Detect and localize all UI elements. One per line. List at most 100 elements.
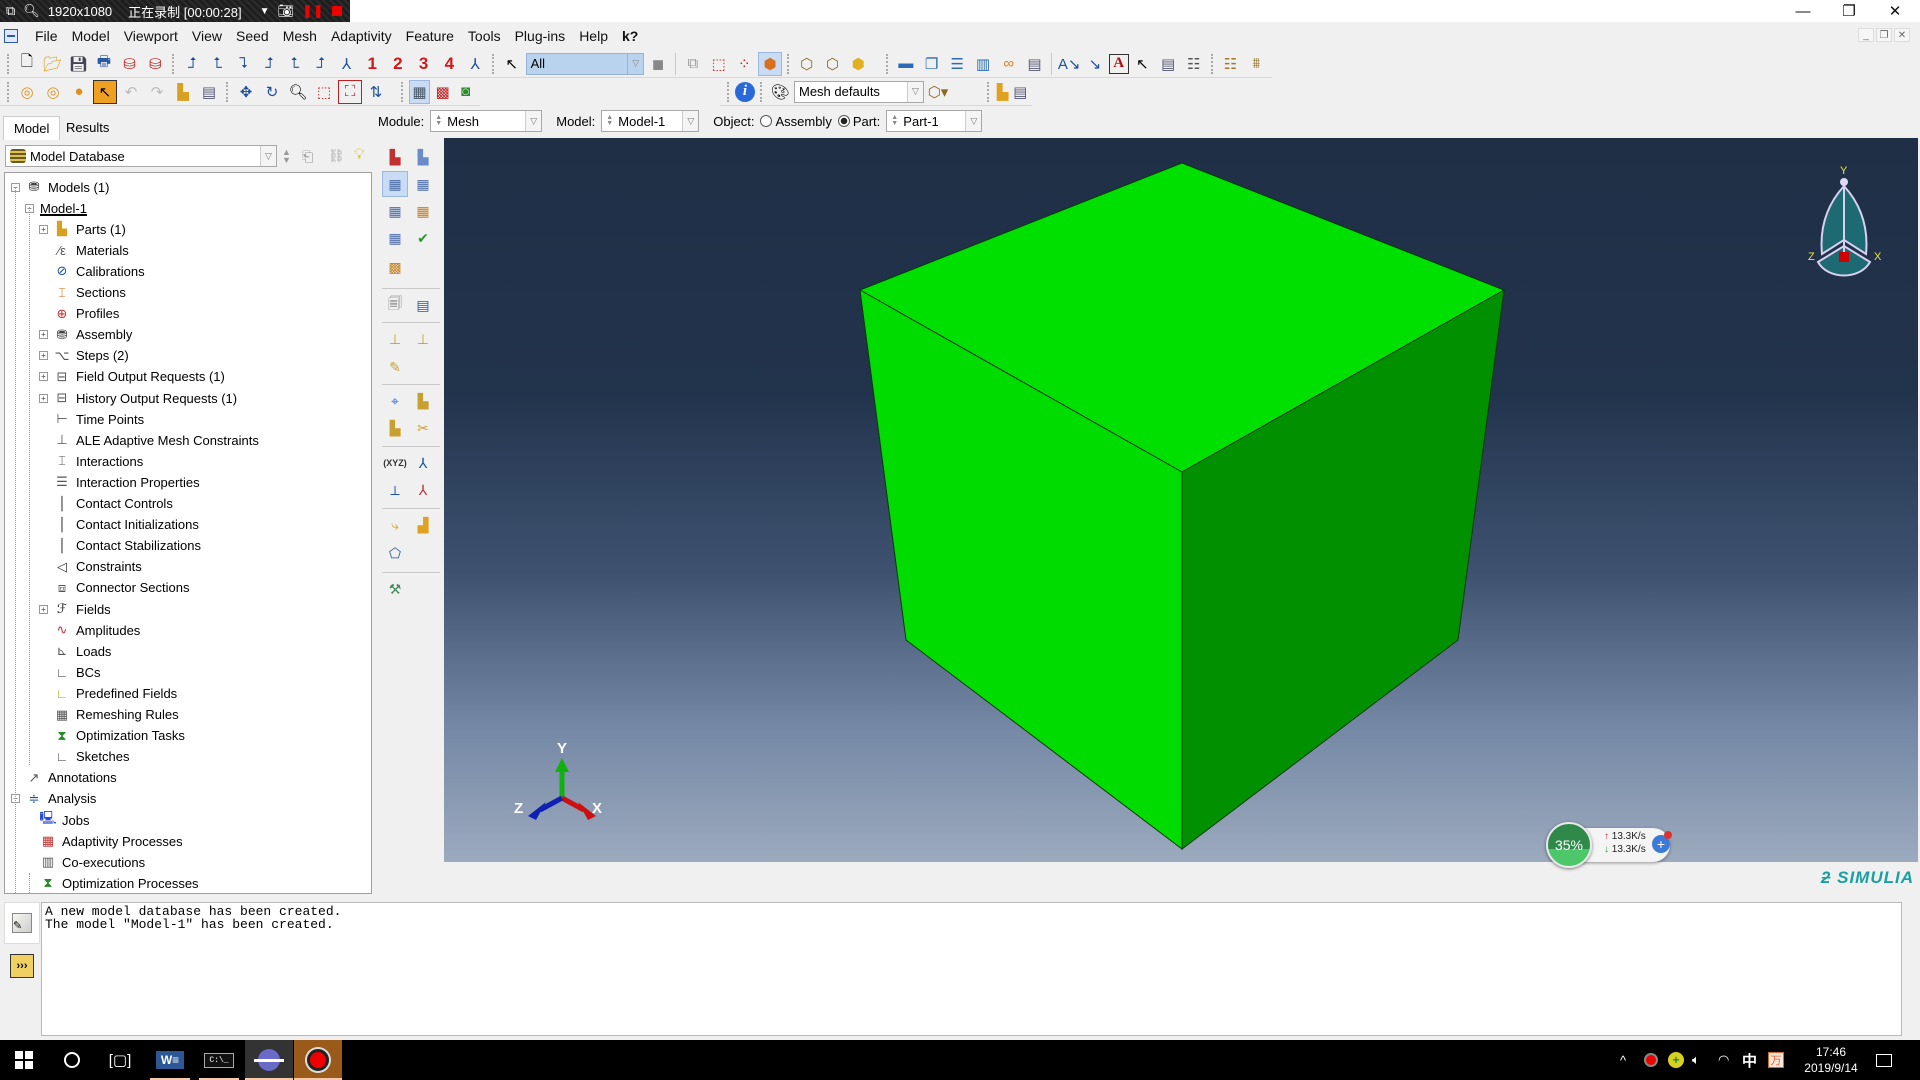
expand-icon[interactable]: +: [39, 604, 48, 614]
dropdown-icon[interactable]: ▼: [260, 6, 270, 17]
taskbar-command-prompt[interactable]: C:\_: [199, 1040, 239, 1080]
view-iso-icon[interactable]: ⅄: [335, 52, 359, 76]
tab-model[interactable]: Model: [3, 116, 61, 140]
tab-results[interactable]: Results: [56, 116, 119, 140]
partition-face-icon[interactable]: ⊥: [410, 326, 436, 352]
tree-node-interactions[interactable]: ⌶ Interactions: [39, 451, 143, 471]
taskbar-screen-recorder[interactable]: [294, 1040, 342, 1080]
toolbar-grip[interactable]: [491, 53, 495, 74]
datum-plane-icon[interactable]: ⟂: [382, 477, 408, 503]
mdi-close-button[interactable]: ✕: [1894, 28, 1910, 42]
undo-icon[interactable]: ↶: [119, 80, 143, 104]
menu-view[interactable]: View: [185, 28, 229, 44]
mesh-region-icon[interactable]: ▦: [410, 171, 436, 197]
hidden-line-icon[interactable]: ⬡: [821, 52, 845, 76]
tree-node-model-1[interactable]: − Model-1: [25, 198, 87, 218]
tree-node-constraints[interactable]: ◁ Constraints: [39, 557, 142, 577]
color-palette-icon[interactable]: 🎨︎: [768, 80, 792, 104]
volume-icon[interactable]: 🔈︎: [1692, 1040, 1700, 1080]
partition-cell-icon[interactable]: ▩: [382, 254, 408, 280]
close-button[interactable]: ✕: [1872, 0, 1918, 22]
view-top-icon[interactable]: ⮧: [232, 52, 256, 76]
menu-seed[interactable]: Seed: [229, 28, 276, 44]
tree-node-history-output-requests-1[interactable]: + ⊟ History Output Requests (1): [39, 388, 237, 408]
menu-viewport[interactable]: Viewport: [117, 28, 185, 44]
tree-node-materials[interactable]: ⁄ε Materials: [39, 240, 129, 260]
view-cube-upper-right-petal[interactable]: [1843, 183, 1868, 256]
associate-mesh-icon[interactable]: ⤷: [382, 512, 408, 538]
mdi-minimize-button[interactable]: _: [1858, 28, 1874, 42]
menu-tools[interactable]: Tools: [461, 28, 508, 44]
tool-ladder-2-icon[interactable]: ⩩: [1244, 52, 1268, 76]
tree-node-field-output-requests-1[interactable]: + ⊟ Field Output Requests (1): [39, 367, 225, 387]
chevron-down-icon[interactable]: ▽: [260, 146, 276, 166]
mdi-restore-button[interactable]: ❐: [1876, 28, 1892, 42]
tree-node-parts-1[interactable]: + ▙ Parts (1): [39, 219, 126, 239]
mesh-part-icon[interactable]: ▦: [382, 171, 408, 197]
camera-icon[interactable]: 📷︎: [278, 3, 295, 19]
chevron-down-icon[interactable]: ▽: [907, 81, 923, 102]
mesh-shaded-icon[interactable]: ◙: [455, 80, 476, 104]
chevron-down-icon[interactable]: ▽: [525, 111, 542, 131]
toolbar-grip[interactable]: [226, 81, 229, 102]
toolbar-grip[interactable]: [1210, 53, 1214, 74]
task-view-button[interactable]: [▢]: [96, 1040, 144, 1080]
tile-horizontal-icon[interactable]: ☰: [945, 52, 969, 76]
select-arrow-icon[interactable]: ↖: [500, 52, 524, 76]
create-mesh-part-icon[interactable]: 🗐: [382, 292, 408, 318]
view-left-icon[interactable]: ⮤: [283, 52, 307, 76]
assign-mesh-controls-icon[interactable]: ▦: [382, 198, 408, 224]
tile-vertical-icon[interactable]: ▥: [971, 52, 995, 76]
link-viewports-icon[interactable]: ∞: [997, 52, 1021, 76]
minimize-button[interactable]: —: [1780, 0, 1826, 22]
user-view-3-button[interactable]: 3: [412, 52, 436, 76]
edit-mesh-icon[interactable]: ⬠: [382, 540, 408, 566]
text-icon[interactable]: A: [1108, 53, 1129, 74]
tree-node-annotations[interactable]: ↗ Annotations: [11, 768, 117, 788]
toolbar-grip[interactable]: [886, 53, 889, 74]
context-help-button[interactable]: k?: [615, 28, 645, 44]
new-file-icon[interactable]: 🗋: [15, 52, 39, 76]
apply-view-icon[interactable]: ⅄: [463, 52, 487, 76]
mesh-display-icon[interactable]: ▦: [408, 79, 431, 104]
tree-node-assembly[interactable]: + ⛃ Assembly: [39, 325, 132, 345]
selection-filter-select[interactable]: All ▽: [525, 52, 645, 75]
tree-node-steps-2[interactable]: + ⌥ Steps (2): [39, 346, 129, 366]
menu-adaptivity[interactable]: Adaptivity: [324, 28, 399, 44]
rotate-icon[interactable]: ↻: [260, 80, 284, 104]
taskbar-abaqus[interactable]: [245, 1040, 293, 1080]
element-type-s4r-icon[interactable]: ▦: [382, 225, 408, 251]
recorder-tray-icon[interactable]: [1644, 1040, 1658, 1080]
pause-icon[interactable]: ❚❚: [302, 3, 324, 19]
view-cube-top-handle[interactable]: [1840, 178, 1848, 186]
select-entities-icon[interactable]: ⧉: [681, 52, 705, 76]
tree-node-sections[interactable]: ⌶ Sections: [39, 283, 126, 303]
magnifier-icon[interactable]: 🔍︎: [23, 3, 40, 19]
go-up-icon[interactable]: ⎗: [302, 148, 313, 165]
boolean-union-icon[interactable]: ◎: [15, 80, 39, 104]
single-viewport-icon[interactable]: ▬: [894, 52, 918, 76]
taskbar-word[interactable]: W≡: [150, 1040, 190, 1080]
tree-node-analysis[interactable]: − ≑ Analysis: [11, 789, 96, 809]
save-icon[interactable]: 💾︎: [66, 52, 90, 76]
tools-icon[interactable]: ⚒: [382, 576, 408, 602]
query-tool-icon[interactable]: ↖: [93, 79, 117, 104]
pan-icon[interactable]: ✥: [234, 80, 258, 104]
wireframe-icon[interactable]: ⬡: [795, 52, 819, 76]
expand-icon[interactable]: +: [39, 351, 48, 361]
info-icon[interactable]: i: [735, 81, 755, 102]
expand-icon[interactable]: +: [39, 330, 48, 340]
view-right-icon[interactable]: ⮥: [309, 52, 333, 76]
menu-mesh[interactable]: Mesh: [276, 28, 324, 44]
tree-node-contact-initializations[interactable]: ⎮ Contact Initializations: [39, 515, 199, 535]
tree-node-bcs[interactable]: ∟ BCs: [39, 662, 101, 682]
toolbar-grip[interactable]: [727, 81, 730, 102]
export-icon[interactable]: ⛁: [144, 52, 168, 76]
datum-csys-icon[interactable]: ⅄: [410, 477, 436, 503]
expand-icon[interactable]: +: [39, 393, 48, 403]
view-front-icon[interactable]: ⮥: [180, 52, 204, 76]
chevron-down-icon[interactable]: ▽: [965, 111, 982, 131]
restore-icon[interactable]: ⧉: [6, 3, 15, 19]
tree-node-interaction-properties[interactable]: ☰ Interaction Properties: [39, 472, 199, 492]
model-select[interactable]: ▲ ▼ Model-1 ▽: [601, 110, 700, 132]
